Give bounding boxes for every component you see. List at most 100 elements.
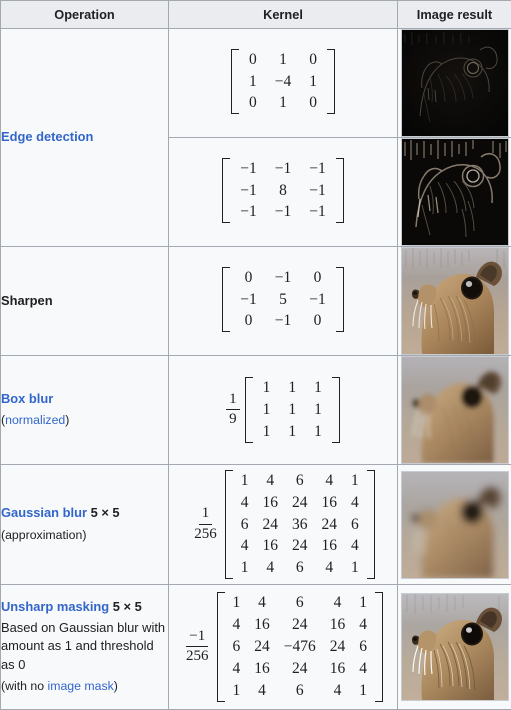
matrix-cell: −1 [266,310,301,332]
matrix-cell: −1 [266,158,301,180]
matrix-cell: −1 [266,267,301,289]
operation-note-box-blur: (normalized) [1,412,168,430]
bracket-right-icon [332,377,340,442]
matrix-cell: −1 [300,289,335,311]
matrix-cell: 6 [352,636,374,658]
matrix-cell: 24 [323,636,353,658]
bracket-right-icon [336,158,344,223]
fraction-denominator: 9 [226,410,240,429]
thumbnail-unsharp-masking[interactable] [401,593,509,701]
label-sharpen: Sharpen [1,293,53,308]
matrix-cell: 6 [277,592,323,614]
matrix-cell: 24 [285,492,315,514]
matrix-cell: 8 [266,180,301,202]
matrix-cell: 0 [231,267,266,289]
bracket-left-icon [222,267,230,332]
matrix-cell: 16 [323,658,353,680]
matrix-cell: 1 [266,92,301,114]
matrix-cell: 6 [344,514,366,536]
link-normalized[interactable]: normalized [5,413,65,427]
kernel-matrix: 010 1−41 010 [231,49,335,114]
matrix-cell: 1 [352,592,374,614]
kernel-coefficient-fraction: 1 9 [226,391,240,429]
operation-cell-sharpen: Sharpen [1,247,169,356]
matrix-cell: 24 [315,514,345,536]
bracket-left-icon [222,158,230,223]
matrix-bracketed: 14641 41624164 62436246 41624164 14641 [225,470,375,579]
matrix-cell: 6 [277,680,323,702]
link-gaussian-blur[interactable]: Gaussian blur [1,505,87,520]
matrix-grid: 0−10 −15−1 0−10 [231,267,335,332]
convolution-kernels-table: Operation Kernel Image result Edge detec… [0,0,511,710]
matrix-cell: 24 [277,658,323,680]
matrix-grid: 111 111 111 [254,377,331,442]
matrix-cell: 4 [234,535,256,557]
matrix-cell: 1 [305,399,331,421]
matrix-cell: −4 [266,71,301,93]
operation-cell-gaussian-blur: Gaussian blur 5 × 5 (approximation) [1,465,169,585]
matrix-grid: 14641 41624164 624−476246 41624164 14641 [226,592,375,701]
thumbnail-edge-detection-strong[interactable] [401,138,509,246]
thumbnail-sharpen[interactable] [401,247,509,355]
image-result-cell-edge-detection-1 [398,29,511,138]
image-result-cell-gaussian-blur [398,465,511,585]
operation-dimension: 5 × 5 [87,505,120,520]
matrix-cell: 1 [344,557,366,579]
bracket-left-icon [217,592,225,701]
matrix-cell: −1 [231,180,266,202]
matrix-cell: 16 [256,535,286,557]
image-result-cell-box-blur [398,356,511,465]
operation-cell-unsharp-masking: Unsharp masking 5 × 5 Based on Gaussian … [1,585,169,710]
kernel-coefficient-fraction: 1 256 [191,505,220,543]
matrix-cell: 4 [256,470,286,492]
bracket-right-icon [367,470,375,579]
matrix-cell: 4 [226,614,248,636]
operation-cell-edge-detection: Edge detection [1,29,169,247]
note-prefix: (with no [1,679,47,693]
matrix-cell: −1 [300,201,335,223]
kernel-expression: 1 9 111 111 111 [226,377,340,442]
link-unsharp-masking[interactable]: Unsharp masking [1,599,109,614]
matrix-cell: 6 [226,636,248,658]
image-result-cell-edge-detection-2 [398,138,511,247]
table-row: Unsharp masking 5 × 5 Based on Gaussian … [1,585,511,710]
image-result-cell-sharpen [398,247,511,356]
kernel-cell-sharpen: 0−10 −15−1 0−10 [169,247,398,356]
matrix-cell: 5 [266,289,301,311]
matrix-cell: 0 [240,49,266,71]
matrix-cell: 1 [344,470,366,492]
matrix-cell: 1 [240,71,266,93]
matrix-cell: 4 [256,557,286,579]
matrix-cell: 6 [234,514,256,536]
link-image-mask[interactable]: image mask [47,679,113,693]
matrix-cell: 16 [247,658,277,680]
kernel-matrix: −1−1−1 −18−1 −1−1−1 [222,158,344,223]
matrix-cell: 4 [234,492,256,514]
matrix-cell: 16 [315,535,345,557]
bracket-left-icon [225,470,233,579]
link-box-blur[interactable]: Box blur [1,391,53,406]
bracket-right-icon [336,267,344,332]
matrix-grid: 010 1−41 010 [240,49,326,114]
thumbnail-edge-detection-laplacian[interactable] [401,29,509,137]
operation-cell-box-blur: Box blur (normalized) [1,356,169,465]
fraction-numerator: 1 [199,505,213,525]
kernel-expression: 1 256 14641 41624164 62436246 41624164 1… [191,470,375,579]
link-edge-detection[interactable]: Edge detection [1,129,93,144]
matrix-cell: 16 [323,614,353,636]
table-row: Sharpen 0−10 −15−1 0−10 [1,247,511,356]
matrix-cell: 16 [247,614,277,636]
kernel-expression: −1 256 14641 41624164 624−476246 4162416… [183,592,383,701]
thumbnail-box-blur[interactable] [401,356,509,464]
dimension-text: 5 × 5 [91,505,120,520]
thumbnail-gaussian-blur[interactable] [401,471,509,579]
bracket-right-icon [375,592,383,701]
matrix-grid: 14641 41624164 62436246 41624164 14641 [234,470,366,579]
kernel-matrix: 0−10 −15−1 0−10 [222,267,344,332]
matrix-cell: 1 [266,49,301,71]
matrix-cell: 4 [344,492,366,514]
matrix-bracketed: 111 111 111 [245,377,340,442]
matrix-bracketed: 010 1−41 010 [231,49,335,114]
matrix-bracketed: 0−10 −15−1 0−10 [222,267,344,332]
matrix-cell: 4 [352,658,374,680]
